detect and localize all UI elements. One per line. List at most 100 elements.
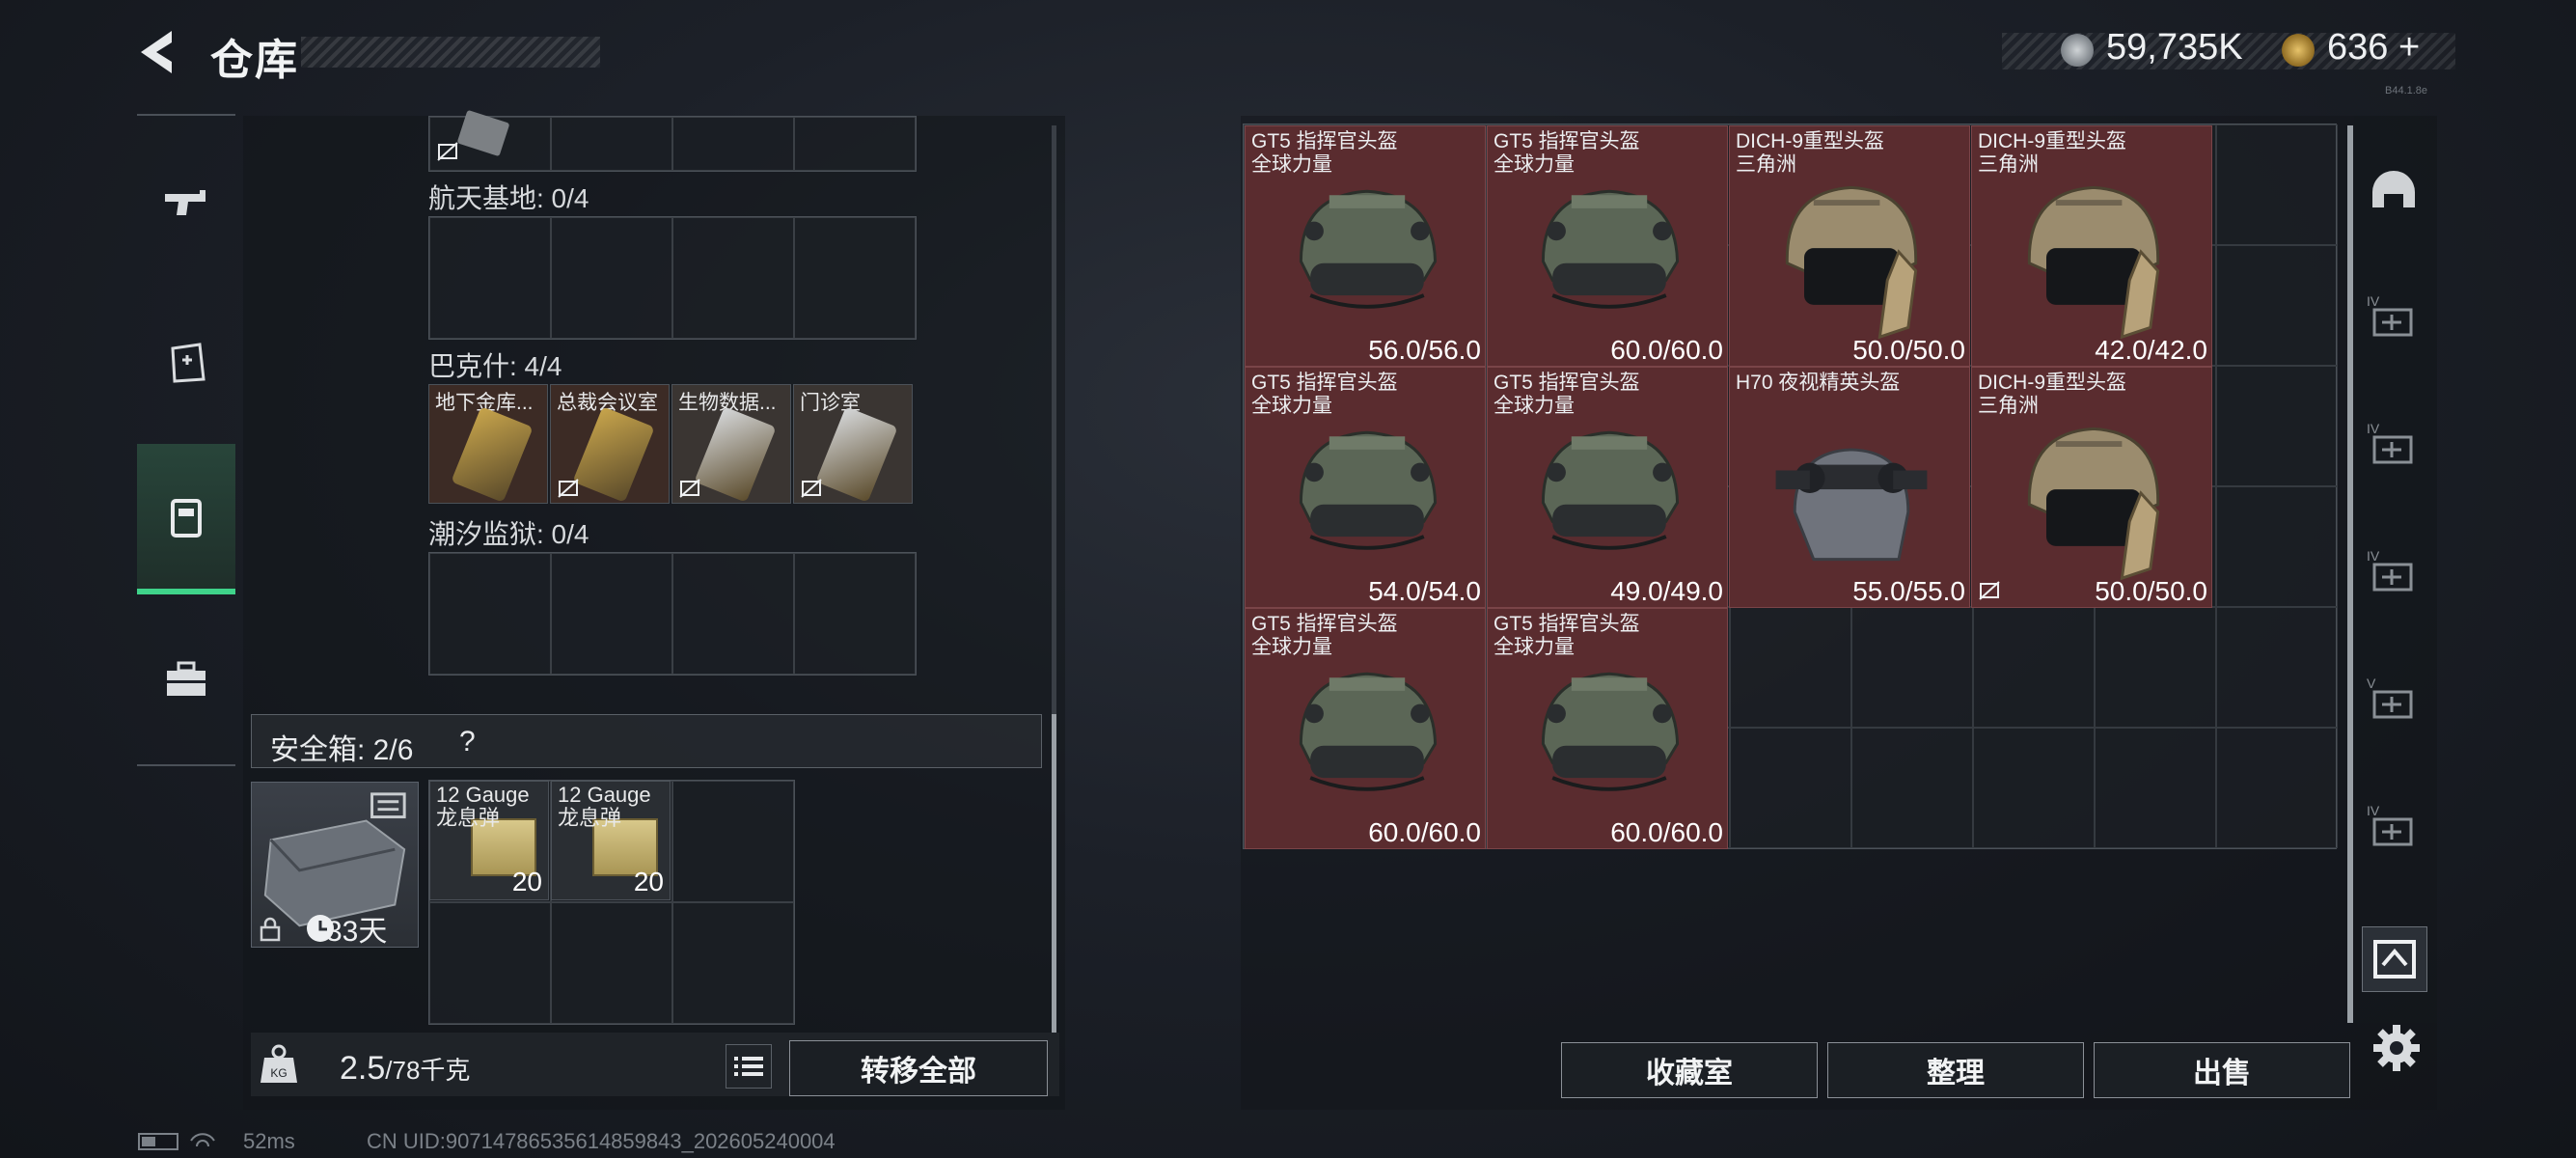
- helmet-durability: 50.0/50.0: [2095, 576, 2207, 606]
- helmet-name: GT5 指挥官头盔 全球力量: [1251, 372, 1398, 417]
- help-button[interactable]: ?: [459, 726, 476, 758]
- grid-cell[interactable]: [551, 553, 672, 675]
- page-title: 仓库: [210, 37, 299, 84]
- svg-text:KG: KG: [270, 1066, 287, 1080]
- weight-readout: 2.5/78千克: [340, 1050, 471, 1087]
- battery-icon: [138, 1133, 215, 1150]
- filter-icon: IV: [2367, 803, 2413, 846]
- helmet-item[interactable]: H70 夜视精英头盔 55.0/55.0: [1729, 367, 1970, 608]
- sort-button[interactable]: 整理: [1827, 1042, 2084, 1098]
- grid-cell[interactable]: [1730, 728, 1851, 848]
- filter-icon: IV: [2367, 548, 2413, 592]
- collection-room-button[interactable]: 收藏室: [1561, 1042, 1818, 1098]
- tab-medical[interactable]: [137, 290, 235, 434]
- filter-item[interactable]: IV: [2362, 413, 2425, 477]
- no-trade-icon: [558, 479, 579, 498]
- grid-cell[interactable]: [794, 553, 916, 675]
- grid-cell[interactable]: [794, 117, 916, 171]
- no-trade-icon: [801, 479, 822, 498]
- grid-cell[interactable]: [672, 781, 794, 902]
- ping-readout: 52ms: [243, 1129, 295, 1153]
- safe-box-label: 安全箱: 2/6: [270, 734, 414, 766]
- lock-icon: [260, 917, 281, 942]
- helmet-name: GT5 指挥官头盔 全球力量: [1251, 613, 1398, 658]
- list-view-button[interactable]: [726, 1044, 772, 1089]
- filter-item[interactable]: IV: [2362, 540, 2425, 604]
- grid-cell[interactable]: [429, 217, 551, 339]
- weight-icon: KG: [260, 1044, 297, 1083]
- helmet-item[interactable]: DICH-9重型头盔 三角洲 50.0/50.0: [1971, 367, 2212, 608]
- keys-grid-tidal: [428, 552, 917, 676]
- grid-cell[interactable]: [2216, 728, 2338, 848]
- helmet-item[interactable]: GT5 指挥官头盔 全球力量 60.0/60.0: [1487, 125, 1728, 367]
- keycard-image: [815, 406, 898, 503]
- grid-cell[interactable]: [1851, 728, 1973, 848]
- helmet-name: H70 夜视精英头盔: [1736, 372, 1901, 394]
- keycard-item[interactable]: 生物数据...: [671, 384, 791, 504]
- grid-cell[interactable]: [429, 553, 551, 675]
- ammo-item[interactable]: 12 Gauge 龙息弹 20: [551, 781, 671, 900]
- grid-cell[interactable]: [551, 902, 672, 1024]
- grid-cell[interactable]: [2095, 607, 2216, 728]
- helmet-name: GT5 指挥官头盔 全球力量: [1251, 130, 1398, 176]
- helmet-image: [1541, 672, 1680, 791]
- grid-cell[interactable]: [2216, 124, 2338, 245]
- grid-cell[interactable]: [794, 217, 916, 339]
- back-button[interactable]: [135, 27, 183, 77]
- helmet-item[interactable]: GT5 指挥官头盔 全球力量 49.0/49.0: [1487, 367, 1728, 608]
- filter-tier: IV: [2367, 293, 2380, 309]
- tab-keys[interactable]: [137, 444, 235, 594]
- keycard-item[interactable]: 地下金库...: [428, 384, 548, 504]
- ammo-item[interactable]: 12 Gauge 龙息弹 20: [429, 781, 549, 900]
- grid-cell[interactable]: [672, 217, 794, 339]
- filter-item[interactable]: IV: [2362, 286, 2425, 349]
- helmet-durability: 56.0/56.0: [1368, 335, 1481, 365]
- helmet-item[interactable]: GT5 指挥官头盔 全球力量 60.0/60.0: [1245, 608, 1486, 849]
- grid-cell[interactable]: [429, 902, 551, 1024]
- filter-item[interactable]: IV: [2362, 795, 2425, 859]
- tab-tools[interactable]: [137, 606, 235, 751]
- grid-cell[interactable]: [551, 217, 672, 339]
- safe-box-duration: 33天: [326, 916, 388, 948]
- grid-cell[interactable]: [2216, 486, 2338, 607]
- grid-cell[interactable]: [1973, 607, 2095, 728]
- grid-cell[interactable]: [672, 553, 794, 675]
- helmet-image: [1785, 185, 1918, 340]
- grid-cell[interactable]: [2095, 728, 2216, 848]
- token-amount[interactable]: 636 +: [2327, 27, 2420, 69]
- grid-cell[interactable]: [672, 902, 794, 1024]
- helmet-item[interactable]: GT5 指挥官头盔 全球力量 60.0/60.0: [1487, 608, 1728, 849]
- left-scrollbar-thumb[interactable]: [1052, 714, 1056, 1033]
- helmet-name: GT5 指挥官头盔 全球力量: [1494, 372, 1640, 417]
- grid-cell[interactable]: [1851, 607, 1973, 728]
- filter-item[interactable]: V: [2362, 668, 2425, 731]
- helmet-image: [2027, 185, 2160, 340]
- helmet-item[interactable]: DICH-9重型头盔 三角洲 42.0/42.0: [1971, 125, 2212, 367]
- sell-button[interactable]: 出售: [2094, 1042, 2350, 1098]
- transfer-all-button[interactable]: 转移全部: [789, 1040, 1048, 1096]
- ammo-quantity: 20: [511, 867, 542, 896]
- grid-cell[interactable]: [2216, 607, 2338, 728]
- grid-cell[interactable]: [672, 117, 794, 171]
- gear-icon[interactable]: [2370, 1021, 2424, 1075]
- toolbox-icon: [167, 661, 206, 696]
- storage-scrollbar[interactable]: [2347, 125, 2353, 1023]
- grid-cell[interactable]: [2216, 245, 2338, 366]
- keycard-item[interactable]: 门诊室: [793, 384, 913, 504]
- helmet-item[interactable]: DICH-9重型头盔 三角洲 50.0/50.0: [1729, 125, 1970, 367]
- helmet-item[interactable]: GT5 指挥官头盔 全球力量 54.0/54.0: [1245, 367, 1486, 608]
- grid-cell[interactable]: [1730, 607, 1851, 728]
- keycard-item[interactable]: 总裁会议室: [550, 384, 670, 504]
- no-trade-icon: [679, 479, 700, 498]
- grid-cell[interactable]: [551, 117, 672, 171]
- grid-cell[interactable]: [2216, 366, 2338, 486]
- helmet-filter-icon: [2372, 171, 2415, 207]
- grid-cell[interactable]: [1973, 728, 2095, 848]
- helmet-durability: 50.0/50.0: [1852, 335, 1965, 365]
- tab-weapons[interactable]: [137, 131, 235, 276]
- helmet-item[interactable]: GT5 指挥官头盔 全球力量 56.0/56.0: [1245, 125, 1486, 367]
- filter-helmet[interactable]: [2362, 160, 2425, 224]
- filter-selected[interactable]: [2362, 926, 2427, 992]
- keycard-image: [451, 406, 534, 503]
- helmet-image: [1541, 189, 1680, 309]
